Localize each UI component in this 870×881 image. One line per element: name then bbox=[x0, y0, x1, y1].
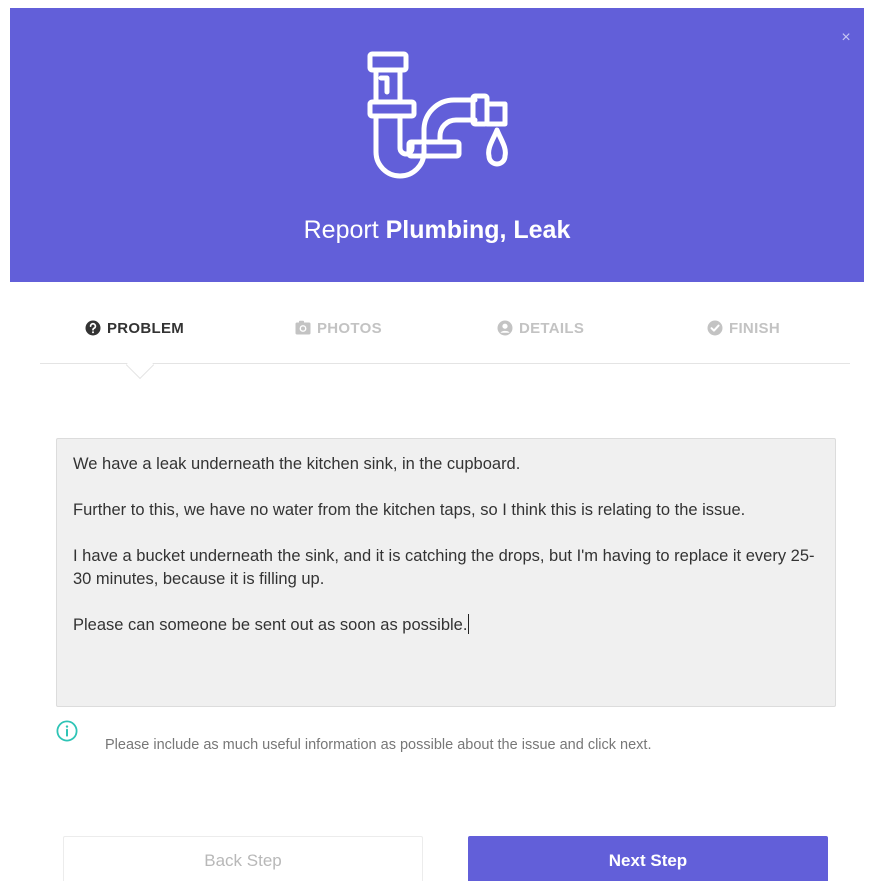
description-paragraph: Further to this, we have no water from t… bbox=[73, 501, 746, 519]
tab-label: FINISH bbox=[729, 319, 780, 337]
description-paragraph: We have a leak underneath the kitchen si… bbox=[73, 455, 521, 473]
report-dialog: × Report Plumbing, Leak PROBLEM PHOTOS D… bbox=[0, 0, 870, 881]
pipe-leak-icon bbox=[367, 51, 508, 179]
user-circle-icon bbox=[497, 320, 513, 336]
problem-description-input[interactable]: We have a leak underneath the kitchen si… bbox=[56, 438, 836, 707]
tab-details[interactable]: DETAILS bbox=[497, 317, 584, 339]
next-step-button[interactable]: Next Step bbox=[468, 836, 828, 881]
title-prefix: Report bbox=[303, 216, 379, 244]
tab-finish[interactable]: FINISH bbox=[707, 317, 780, 339]
title-category: Plumbing, Leak bbox=[385, 216, 571, 244]
dialog-header: × Report Plumbing, Leak bbox=[10, 8, 864, 282]
close-button[interactable]: × bbox=[838, 30, 854, 46]
tab-label: DETAILS bbox=[519, 319, 585, 337]
tab-photos[interactable]: PHOTOS bbox=[295, 317, 382, 339]
description-paragraph-last: Please can someone be sent out as soon a… bbox=[73, 614, 819, 637]
camera-icon bbox=[295, 320, 311, 335]
text-caret bbox=[468, 614, 470, 634]
back-step-button[interactable]: Back Step bbox=[63, 836, 423, 881]
wizard-steps: PROBLEM PHOTOS DETAILS FINISH bbox=[40, 300, 850, 380]
hint-text: Please include as much useful informatio… bbox=[105, 737, 652, 753]
tab-label: PHOTOS bbox=[317, 319, 382, 337]
hint-row: Please include as much useful informatio… bbox=[56, 720, 846, 760]
description-paragraph: Please can someone be sent out as soon a… bbox=[73, 616, 468, 634]
active-step-pointer bbox=[125, 350, 155, 380]
tab-label: PROBLEM bbox=[107, 319, 185, 337]
info-icon bbox=[56, 720, 78, 742]
check-circle-icon bbox=[707, 320, 723, 336]
question-circle-icon bbox=[85, 320, 101, 336]
tab-problem[interactable]: PROBLEM bbox=[85, 317, 184, 339]
description-paragraph: I have a bucket underneath the sink, and… bbox=[73, 547, 815, 588]
dialog-title: Report Plumbing, Leak bbox=[10, 213, 864, 247]
